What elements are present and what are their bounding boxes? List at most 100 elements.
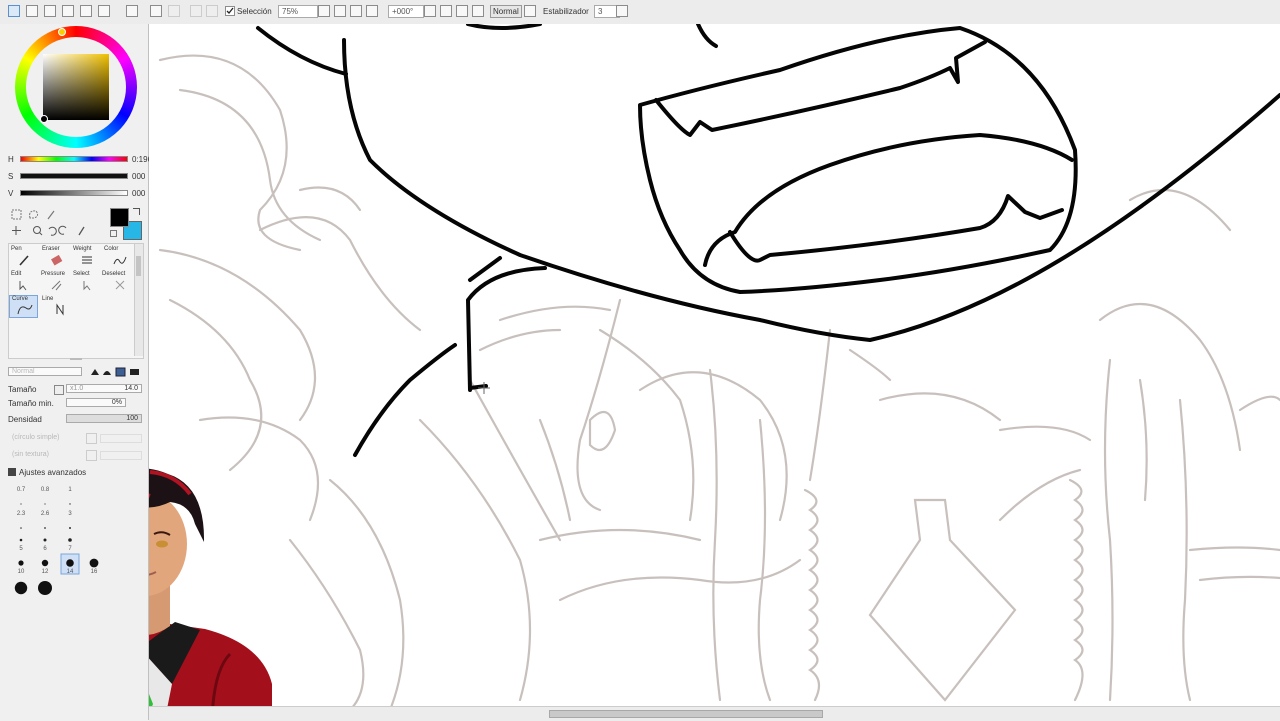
size-label: Tamaño [8,385,37,394]
brush-size-12[interactable]: 12 [37,569,53,575]
zoom-in-button[interactable] [350,5,362,17]
horizontal-scroll-thumb[interactable] [549,710,823,718]
tool-deselect[interactable] [103,270,131,294]
saturation-slider[interactable] [20,173,128,179]
canvas-artwork [158,24,1280,706]
brush-texture-toggle[interactable] [86,450,97,461]
saturation-label: S [8,172,14,181]
zoom-out-button[interactable] [334,5,346,17]
brush-size-6[interactable]: 6 [37,546,53,552]
brush-texture-dropdown[interactable]: (sin textura) [12,451,49,458]
selection-checkbox[interactable] [225,6,235,16]
selection-label: Selección [237,7,272,16]
advanced-settings-label[interactable]: Ajustes avanzados [19,468,86,477]
brush-size-0-8[interactable]: 0.8 [37,487,53,493]
stabilizer-dropdown-arrow-icon[interactable] [616,5,628,17]
brush-size-5[interactable]: 5 [13,546,29,552]
brush-size-16[interactable]: 16 [86,569,102,575]
undo-button[interactable] [150,5,162,17]
tool-edit[interactable] [10,270,38,294]
value-slider[interactable] [20,190,128,196]
brush-shape-toggle[interactable] [86,433,97,444]
brush-size-2-6[interactable]: 2.6 [37,511,53,517]
brush-shape-selector[interactable] [86,366,142,378]
brush-cursor-icon [478,382,490,394]
primary-color-swatch[interactable] [110,208,129,227]
blend-mode-dropdown[interactable]: Normal [490,5,522,18]
hue-picker-handle[interactable] [58,28,66,36]
invert-selection-button[interactable] [206,5,218,17]
zoom-reset-button[interactable] [318,5,330,17]
flip-horizontal-button[interactable] [472,5,484,17]
hue-label: H [8,155,14,164]
lasso-icon [29,210,39,219]
saturation-value-square[interactable] [43,54,109,120]
move-icon [12,226,21,235]
value-value: 000 [132,189,146,198]
brush-mode-dropdown[interactable]: Normal [8,367,82,376]
color-wheel-toggle-icon[interactable] [8,5,20,17]
brush-shape-strength-slider[interactable] [100,434,142,443]
zoom-icon [33,226,41,234]
brush-size-7[interactable]: 7 [62,546,78,552]
tool-color[interactable] [103,245,131,269]
tool-eraser[interactable] [41,245,69,269]
tool-select[interactable] [72,270,100,294]
rect-select-icon [11,209,22,220]
redo-button[interactable] [168,5,180,17]
menu-icon[interactable] [26,5,38,17]
brush-shape-flat-icon [130,369,139,375]
swap-colors-icon[interactable] [133,208,140,215]
rotate-reset-button[interactable] [424,5,436,17]
rotation-dropdown[interactable]: +000° [388,5,424,18]
clear-selection-button[interactable] [190,5,202,17]
brush-size-2-3[interactable]: 2.3 [13,511,29,517]
tool-line[interactable] [40,295,68,319]
hue-slider[interactable] [20,156,128,162]
brush-shape-dropdown[interactable]: (círculo simple) [12,434,59,441]
zoom-dropdown[interactable]: 75% [278,5,318,18]
size-multiplier-icon[interactable] [54,385,64,395]
drawing-canvas[interactable] [149,24,1280,706]
color-wheel[interactable] [15,26,137,148]
sketch-layer-lines [158,54,1280,706]
density-slider[interactable]: 100 [66,414,142,423]
tool-pressure[interactable] [41,270,69,294]
advanced-settings-toggle-icon[interactable] [8,468,16,476]
min-size-label: Tamaño min. [8,399,54,408]
brush-size-0-7[interactable]: 0.7 [13,487,29,493]
panel-toggle-icon[interactable] [62,5,74,17]
brush-size-dots [14,503,99,595]
tool-pen[interactable] [10,245,38,269]
size-slider[interactable]: x1.0 14.0 [66,384,142,393]
selection-tools [11,209,85,236]
sv-picker-handle[interactable] [40,115,48,123]
zoom-fit-button[interactable] [366,5,378,17]
brush-size-10[interactable]: 10 [13,569,29,575]
brush-size-1[interactable]: 1 [62,487,78,493]
tool-weight[interactable] [72,245,100,269]
swatch-panel-icon[interactable] [44,5,56,17]
magic-wand-icon [47,210,55,220]
left-tool-panel: H 0:196 S 000 V 000 Pen Eraser Weight Co… [0,24,152,720]
hand-icon [58,225,67,235]
brush-shape-round-icon [103,371,111,375]
brush-shape-square-selected-icon [115,367,126,377]
brush-size-14-selected[interactable]: 14 [62,569,78,575]
ink-layer-lines [256,24,1280,457]
min-size-slider[interactable]: 0% [66,398,126,407]
panel-divider [70,358,82,360]
tool-grid-scrollbar[interactable] [134,244,143,356]
streamer-avatar [149,468,272,706]
grid-panel-icon[interactable] [80,5,92,17]
reset-colors-icon[interactable] [110,230,117,237]
horizontal-scrollbar[interactable] [149,706,1280,721]
brush-size-3[interactable]: 3 [62,511,78,517]
brush-size-grid: 0.7 0.8 1 2.3 2.6 3 5 6 7 10 12 14 16 [8,484,142,600]
brush-texture-strength-slider[interactable] [100,451,142,460]
rotate-right-button[interactable] [456,5,468,17]
navigator-icon[interactable] [98,5,110,17]
rotate-left-button[interactable] [440,5,452,17]
view-toggle-icon[interactable] [126,5,138,17]
density-label: Densidad [8,415,42,424]
